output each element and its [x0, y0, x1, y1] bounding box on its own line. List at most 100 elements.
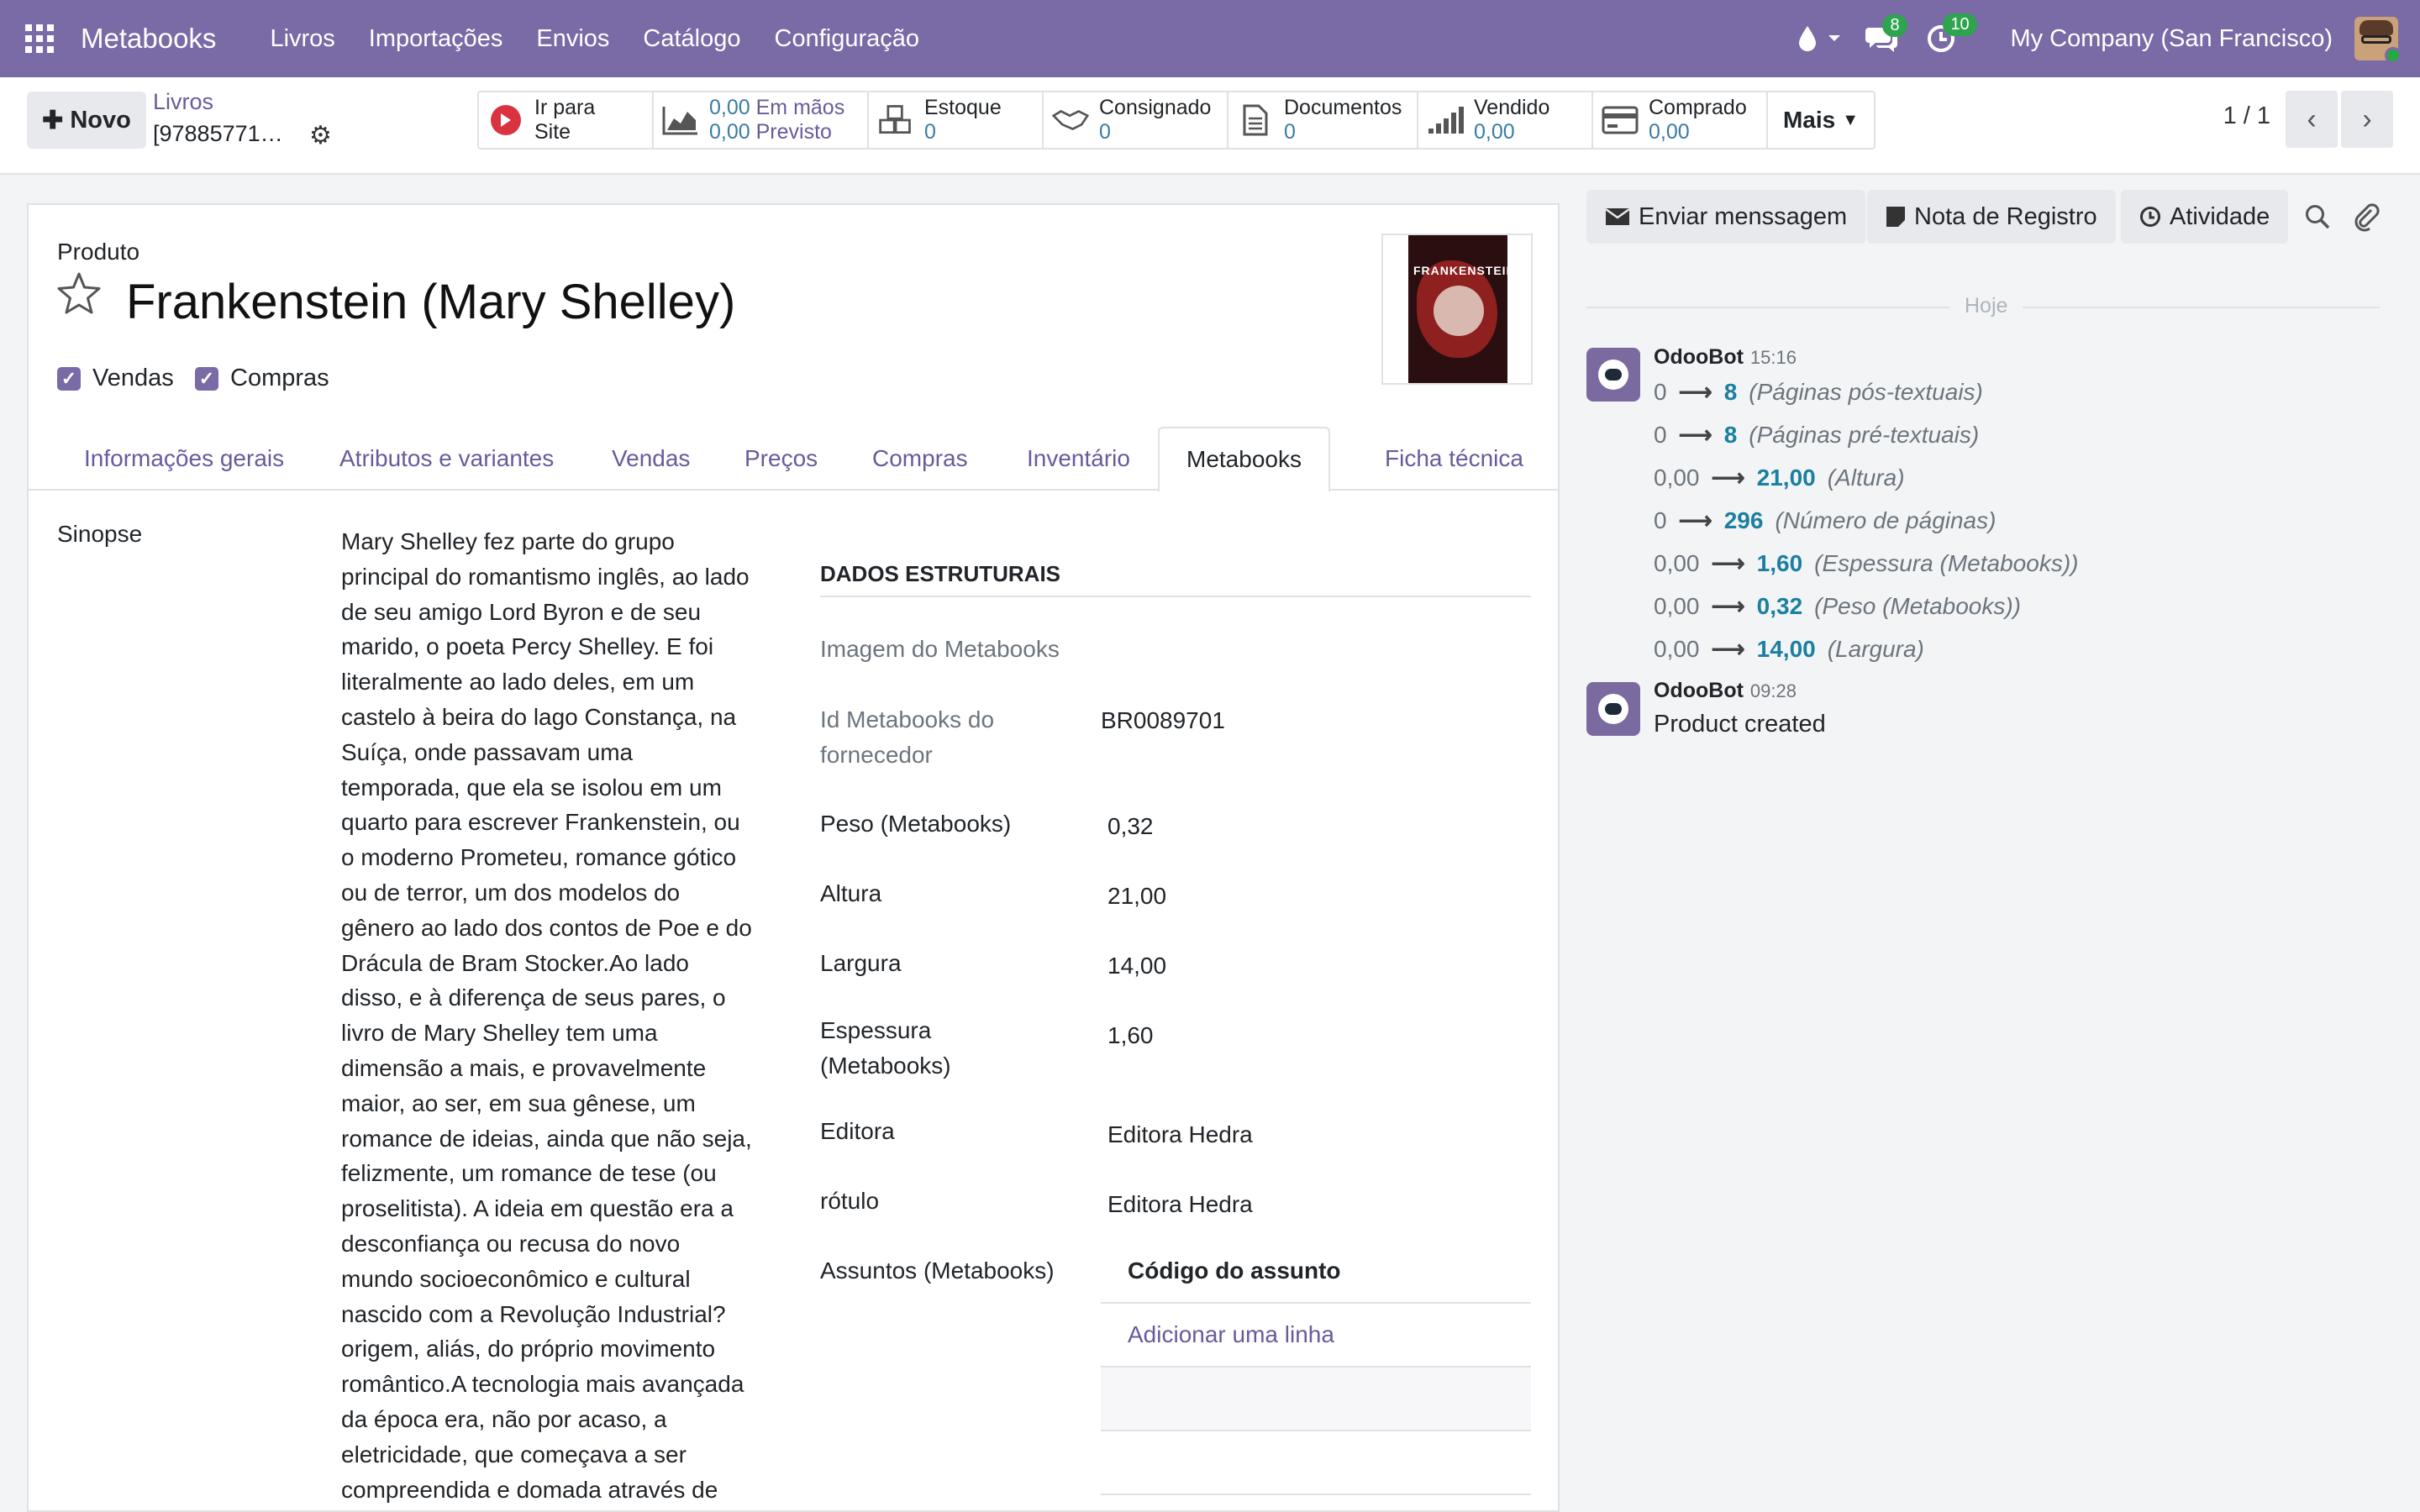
log-note-button[interactable]: Nota de Registro [1867, 190, 2116, 244]
espessura-value[interactable]: 1,60 [1107, 1022, 1154, 1049]
sales-checkbox[interactable]: ✓ Vendas [57, 365, 174, 392]
gear-icon[interactable]: ⚙ [309, 121, 332, 150]
sinopse-line: Drácula de Bram Stocker.Ao lado [341, 949, 689, 976]
pager-previous-button[interactable]: ‹ [2286, 91, 2338, 148]
supplier-id-value[interactable]: BR0089701 [1101, 707, 1225, 734]
send-message-label: Enviar menssagem [1639, 202, 1848, 230]
product-image[interactable]: FRANKENSTEIN [1381, 234, 1533, 385]
star-icon[interactable] [55, 270, 103, 318]
forecast-value: 0,00 [709, 120, 750, 144]
rotulo-value[interactable]: Editora Hedra [1107, 1191, 1253, 1218]
go-to-website-button[interactable]: Ir para Site [479, 92, 654, 148]
editora-value[interactable]: Editora Hedra [1107, 1121, 1253, 1148]
espessura-label: Espessura (Metabooks) [820, 1013, 951, 1084]
search-icon[interactable] [2304, 203, 2331, 230]
estoque-value: 0 [924, 120, 936, 144]
tab-inventory[interactable]: Inventário [1000, 427, 1157, 491]
activity-button[interactable]: Atividade [2121, 190, 2289, 244]
purchase-checkbox-label: Compras [230, 365, 329, 391]
espessura-label-line1: Espessura [820, 1017, 932, 1043]
arrow-right-icon: ⟶ [1711, 465, 1745, 491]
tracking-row: 0 ⟶ 8 (Páginas pré-textuais) [1654, 421, 1979, 449]
message-author: OdooBot 15:16 [1654, 345, 1797, 370]
new-button[interactable]: ✚ Novo [27, 92, 146, 149]
documentos-button[interactable]: Documentos 0 [1228, 92, 1418, 148]
menu-catalogo[interactable]: Catálogo [643, 25, 740, 53]
comprado-label: Comprado [1649, 96, 1747, 119]
add-line-link[interactable]: Adicionar uma linha [1101, 1304, 1531, 1368]
tab-purchase[interactable]: Compras [845, 427, 995, 491]
assuntos-column-header[interactable]: Código do assunto [1101, 1240, 1531, 1304]
menu-envios[interactable]: Envios [536, 25, 609, 53]
app-brand[interactable]: Metabooks [81, 23, 216, 55]
sinopse-line: mundo socioeconômico e cultural [341, 1265, 691, 1292]
paperclip-icon[interactable] [2353, 202, 2380, 232]
online-status-indicator [2385, 47, 2402, 64]
tab-general-info[interactable]: Informações gerais [57, 427, 311, 491]
sinopse-text[interactable]: Mary Shelley fez parte do grupo principal… [341, 524, 761, 1507]
menu-configuracao[interactable]: Configuração [775, 25, 920, 53]
altura-value[interactable]: 21,00 [1107, 883, 1166, 910]
largura-value[interactable]: 14,00 [1107, 953, 1166, 979]
consignado-value: 0 [1099, 120, 1111, 144]
purchase-checkbox[interactable]: ✓ Compras [195, 365, 329, 392]
consignado-button[interactable]: Consignado 0 [1044, 92, 1228, 148]
smart-buttons: Ir para Site 0,00 Em mãos 0,00 Previsto … [477, 91, 1876, 150]
new-value: 21,00 [1756, 464, 1816, 491]
odoobot-avatar[interactable] [1586, 682, 1640, 736]
breadcrumb-parent[interactable]: Livros [153, 89, 213, 115]
apps-menu-icon[interactable] [25, 24, 54, 53]
activities-button[interactable]: 10 [1926, 13, 1977, 54]
more-button-label: Mais [1782, 107, 1836, 133]
pager-value[interactable]: 1 / 1 [2223, 102, 2270, 130]
new-value: 1,60 [1756, 549, 1803, 576]
file-icon [1237, 102, 1274, 139]
section-title: DADOS ESTRUTURAIS [820, 561, 1531, 597]
estoque-button[interactable]: Estoque 0 [869, 92, 1044, 148]
site-line1: Ir para [534, 96, 596, 119]
tab-sales[interactable]: Vendas [585, 427, 717, 491]
peso-value[interactable]: 0,32 [1107, 813, 1154, 840]
messages-button[interactable]: 8 [1865, 14, 1907, 53]
sinopse-line: principal do romantismo inglês, ao lado [341, 563, 750, 590]
tab-attributes[interactable]: Atributos e variantes [313, 427, 581, 491]
sinopse-line: literalmente ao lado deles, em um [341, 669, 695, 696]
arrow-right-icon: ⟶ [1678, 379, 1712, 405]
sinopse-line: eletricidade, que começava a ser [341, 1441, 687, 1467]
signal-bars-icon [1427, 102, 1464, 139]
menu-importacoes[interactable]: Importações [369, 25, 503, 53]
menu-livros[interactable]: Livros [270, 25, 334, 53]
send-message-button[interactable]: Enviar menssagem [1586, 190, 1866, 244]
comprado-button[interactable]: Comprado 0,00 [1593, 92, 1768, 148]
user-avatar[interactable] [2354, 17, 2402, 64]
old-value: 0 [1654, 421, 1667, 448]
author-name: OdooBot [1654, 679, 1744, 702]
tab-prices[interactable]: Preços [718, 427, 844, 491]
new-value: 296 [1723, 507, 1764, 533]
theme-dropdown[interactable] [1797, 24, 1842, 53]
tracking-row: 0,00 ⟶ 1,60 (Espessura (Metabooks)) [1654, 549, 2078, 577]
arrow-right-icon: ⟶ [1678, 507, 1712, 533]
cubes-icon [877, 102, 914, 139]
product-title[interactable]: Frankenstein (Mary Shelley) [126, 274, 735, 330]
tracking-row: 0,00 ⟶ 21,00 (Altura) [1654, 464, 1905, 491]
pager-next-button[interactable]: › [2341, 91, 2393, 148]
old-value: 0,00 [1654, 549, 1700, 576]
tab-technical-sheet[interactable]: Ficha técnica [1358, 427, 1550, 491]
stock-forecast-button[interactable]: 0,00 Em mãos 0,00 Previsto [654, 92, 869, 148]
sinopse-line: desconfiança ou recusa do novo [341, 1230, 681, 1257]
droplet-icon [1799, 26, 1817, 51]
company-switcher[interactable]: My Company (San Francisco) [2010, 25, 2333, 53]
tab-metabooks[interactable]: Metabooks [1158, 427, 1330, 492]
plus-icon: ✚ [42, 106, 64, 134]
new-button-label: Novo [70, 106, 131, 134]
sinopse-line: compreendida e domada através de [341, 1476, 718, 1503]
vendido-label: Vendido [1474, 96, 1550, 119]
sinopse-line: gênero ao lado dos contos de Poe e do [341, 914, 752, 941]
vendido-button[interactable]: Vendido 0,00 [1418, 92, 1593, 148]
cover-title: FRANKENSTEIN [1413, 264, 1516, 277]
more-button[interactable]: Mais ▼ [1768, 92, 1874, 148]
odoobot-avatar[interactable] [1586, 348, 1640, 402]
peso-label: Peso (Metabooks) [820, 811, 1012, 837]
day-separator-label: Hoje [1949, 294, 2023, 318]
